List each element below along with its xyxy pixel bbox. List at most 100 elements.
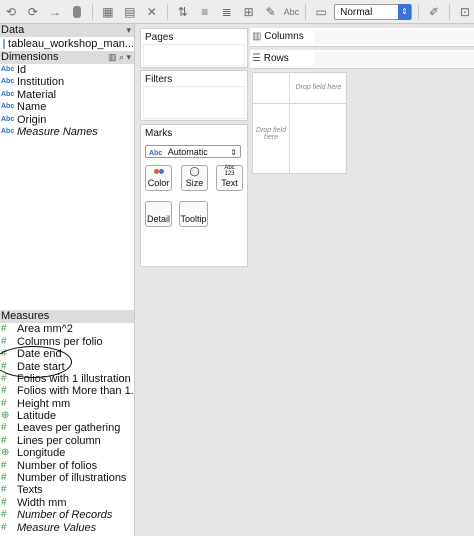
measure-field-label: Number of folios	[17, 459, 98, 472]
toolbar-separator	[448, 3, 450, 20]
number-type-icon: #	[1, 434, 7, 446]
datasource-icon[interactable]	[68, 3, 86, 21]
toolbar-separator	[418, 3, 419, 20]
dimension-field-label: Institution	[17, 76, 65, 89]
number-type-icon: #	[1, 385, 7, 397]
size-icon: ◯	[189, 166, 200, 176]
measure-field-item[interactable]: # Height mm	[0, 398, 134, 410]
duplicate-sheet-icon[interactable]: ▤	[121, 3, 139, 21]
string-type-icon: Abc	[1, 66, 15, 73]
measure-field-item[interactable]: # Folios with More than 1...	[0, 385, 134, 397]
measure-field-item[interactable]: # Width mm	[0, 497, 134, 509]
measure-field-item[interactable]: # Lines per column	[0, 435, 134, 447]
data-pane-header: Data ▾	[0, 24, 134, 37]
dimensions-tools-icon[interactable]: ▥ ⌕ ▾	[108, 51, 131, 64]
dimension-field-label: Material	[17, 88, 57, 101]
size-button-label: Size	[185, 178, 204, 188]
columns-title: Columns	[264, 31, 304, 42]
fit-icon[interactable]: ▭	[312, 3, 330, 21]
measure-field-item[interactable]: # Measure Values	[0, 522, 134, 534]
dimension-field-item[interactable]: Abc Material	[0, 89, 134, 101]
group-icon[interactable]: ⊞	[240, 3, 258, 21]
database-icon	[3, 39, 6, 49]
number-type-icon: #	[1, 323, 7, 335]
toolbar-separator	[166, 3, 168, 20]
measure-field-item[interactable]: # Number of folios	[0, 460, 134, 472]
measure-field-label: Number of Records	[17, 509, 113, 522]
rows-drop-area[interactable]	[314, 52, 474, 66]
globe-icon: ⊕	[1, 447, 10, 459]
columns-shelf: ▥ Columns	[250, 28, 474, 47]
undo-icon[interactable]: ⟲	[2, 3, 20, 21]
measure-field-item[interactable]: # Area mm^2	[0, 323, 134, 335]
filters-card: Filters	[140, 70, 248, 121]
measure-field-item[interactable]: # Number of Records	[0, 509, 134, 521]
redo-icon[interactable]: ⟳	[24, 3, 42, 21]
color-button-label: Color	[147, 178, 170, 188]
number-type-icon: #	[1, 459, 7, 471]
text-label-icon: Abc 123	[224, 165, 235, 177]
dimension-field-item[interactable]: Abc Measure Names	[0, 126, 134, 138]
marks-title: Marks	[145, 128, 173, 139]
new-worksheet-icon[interactable]: ▦	[99, 3, 117, 21]
rows-icon: ☰	[252, 53, 261, 64]
highlight-icon[interactable]: ✐	[425, 3, 443, 21]
measure-field-item[interactable]: # Leaves per gathering	[0, 422, 134, 434]
dimension-field-item[interactable]: Abc Institution	[0, 76, 134, 88]
chevron-down-icon: ⇕	[230, 148, 237, 157]
color-palette-icon	[153, 166, 164, 177]
measure-field-label: Latitude	[17, 410, 57, 423]
filters-shelf[interactable]	[143, 86, 245, 119]
view-mode-value: Normal	[340, 6, 373, 18]
datasource-item[interactable]: tableau_workshop_man...	[0, 37, 134, 51]
number-type-icon: #	[1, 521, 7, 533]
chevron-down-icon[interactable]: ▾	[126, 24, 131, 37]
pages-shelf[interactable]	[143, 44, 245, 66]
size-button[interactable]: ◯ Size	[181, 165, 208, 191]
toolbar: ⟲ ⟳ → ▦ ▤ ✕ ⇅ ≡ ≣ ⊞ ✎ Abc ▭ Normal ⇕ ✐ ⊡	[0, 0, 474, 24]
swap-icon[interactable]: ⇅	[174, 3, 192, 21]
marks-card: Marks Abc Automatic ⇕ Color ◯ Size Abc 1…	[140, 124, 248, 267]
text-button[interactable]: Abc 123 Text	[216, 165, 243, 191]
clear-sheet-icon[interactable]: ✕	[143, 3, 161, 21]
string-type-icon: Abc	[1, 90, 15, 98]
measure-field-item[interactable]: ⊕ Latitude	[0, 410, 134, 422]
dimension-field-item[interactable]: Abc Name	[0, 101, 134, 113]
mark-type-select[interactable]: Abc Automatic ⇕	[145, 145, 241, 158]
data-pane: Data ▾ tableau_workshop_man... Dimension…	[0, 24, 135, 536]
drop-field-left-hint[interactable]: Drop field here	[254, 127, 288, 141]
view-mode-select[interactable]: Normal ⇕	[334, 3, 412, 20]
presentation-icon[interactable]: ⊡	[456, 3, 474, 21]
columns-drop-area[interactable]	[314, 30, 474, 44]
measure-field-label: Width mm	[17, 496, 67, 509]
measures-header: Measures	[0, 310, 134, 324]
dimension-field-label: Id	[17, 64, 27, 76]
divider	[253, 103, 346, 104]
show-labels-icon[interactable]: Abc	[284, 7, 300, 17]
measure-field-label: Height mm	[17, 397, 71, 410]
detail-button[interactable]: Detail	[145, 201, 172, 227]
string-type-icon: Abc	[1, 78, 15, 86]
measure-field-label: Folios with More than 1...	[17, 385, 134, 398]
datasource-name: tableau_workshop_man...	[8, 38, 134, 50]
measure-field-item[interactable]: # Number of illustrations	[0, 472, 134, 484]
dimensions-list: Abc Id Abc Institution Abc Material Abc Name Abc…	[0, 64, 134, 138]
color-button[interactable]: Color	[145, 165, 172, 191]
drop-field-top-hint[interactable]: Drop field here	[291, 84, 346, 91]
measure-field-item[interactable]: # Texts	[0, 484, 134, 496]
measure-field-item[interactable]: ⊕ Longitude	[0, 447, 134, 459]
attach-icon[interactable]: ✎	[262, 3, 280, 21]
dimension-field-item[interactable]: Abc Id	[0, 64, 134, 76]
tooltip-button[interactable]: Tooltip	[179, 201, 208, 227]
number-type-icon: #	[1, 397, 7, 409]
number-type-icon: #	[1, 472, 7, 484]
dimension-field-label: Origin	[17, 113, 47, 126]
sort-ascending-icon[interactable]: ≡	[196, 3, 214, 21]
dimension-field-label: Name	[17, 101, 47, 114]
toolbar-separator	[305, 3, 307, 20]
view-canvas: Drop field here Drop field here	[252, 72, 347, 174]
forward-icon[interactable]: →	[46, 3, 64, 21]
divider	[289, 73, 290, 173]
sort-descending-icon[interactable]: ≣	[218, 3, 236, 21]
dimension-field-item[interactable]: Abc Origin	[0, 114, 134, 126]
